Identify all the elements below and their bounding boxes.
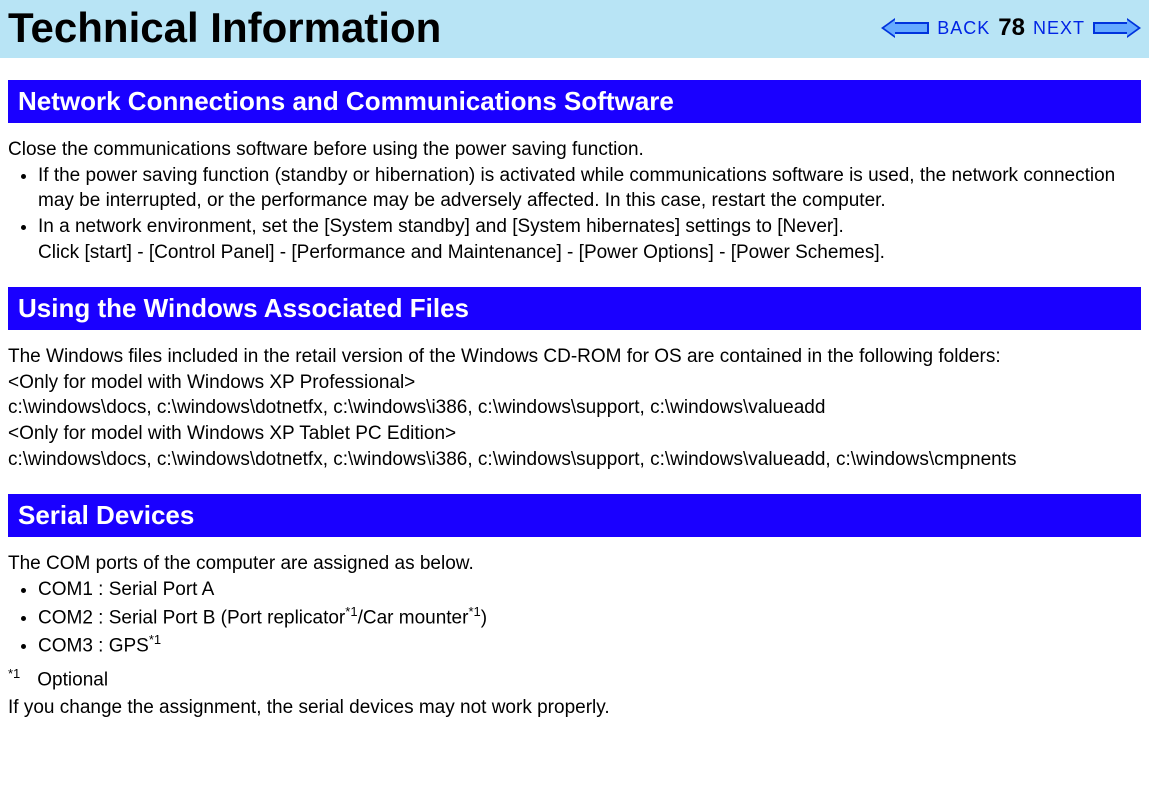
footnote-ref: *1: [149, 632, 161, 647]
page-nav: BACK 78 NEXT: [881, 14, 1141, 42]
back-button[interactable]: BACK: [937, 18, 990, 39]
bullet-list: COM1 : Serial Port A COM2 : Serial Port …: [8, 577, 1141, 659]
next-button[interactable]: NEXT: [1033, 18, 1085, 39]
body-text: COM3 : GPS: [38, 635, 149, 656]
page-title: Technical Information: [8, 4, 441, 52]
list-item: COM3 : GPS*1: [38, 631, 1141, 659]
footnote-ref: *1: [468, 604, 480, 619]
list-item: COM1 : Serial Port A: [38, 577, 1141, 603]
footnote-text: Optional: [37, 669, 108, 690]
list-item: In a network environment, set the [Syste…: [38, 214, 1141, 265]
footnote-marker: *1: [8, 665, 32, 683]
body-text: c:\windows\docs, c:\windows\dotnetfx, c:…: [8, 447, 1141, 473]
body-text: <Only for model with Windows XP Professi…: [8, 370, 1141, 396]
footnote-ref: *1: [345, 604, 357, 619]
footnote: *1 Optional: [8, 665, 1141, 693]
section-heading-serial: Serial Devices: [8, 494, 1141, 537]
body-text: In a network environment, set the [Syste…: [38, 216, 844, 237]
body-text: The COM ports of the computer are assign…: [8, 551, 1141, 577]
list-item: COM2 : Serial Port B (Port replicator*1/…: [38, 603, 1141, 631]
back-arrow-icon[interactable]: [881, 18, 929, 38]
body-text: Click [start] - [Control Panel] - [Perfo…: [38, 242, 885, 263]
body-text: c:\windows\docs, c:\windows\dotnetfx, c:…: [8, 395, 1141, 421]
section-heading-files: Using the Windows Associated Files: [8, 287, 1141, 330]
bullet-list: If the power saving function (standby or…: [8, 163, 1141, 266]
page-content: Network Connections and Communications S…: [0, 80, 1149, 720]
header-bar: Technical Information BACK 78 NEXT: [0, 0, 1149, 58]
body-text: COM2 : Serial Port B (Port replicator: [38, 607, 345, 628]
list-item: If the power saving function (standby or…: [38, 163, 1141, 214]
body-text: ): [481, 607, 487, 628]
next-arrow-icon[interactable]: [1093, 18, 1141, 38]
body-text: Close the communications software before…: [8, 137, 1141, 163]
body-text: /Car mounter: [358, 607, 469, 628]
page-number: 78: [998, 14, 1025, 42]
body-text: <Only for model with Windows XP Tablet P…: [8, 421, 1141, 447]
section-heading-network: Network Connections and Communications S…: [8, 80, 1141, 123]
body-text: The Windows files included in the retail…: [8, 344, 1141, 370]
body-text: If you change the assignment, the serial…: [8, 695, 1141, 721]
